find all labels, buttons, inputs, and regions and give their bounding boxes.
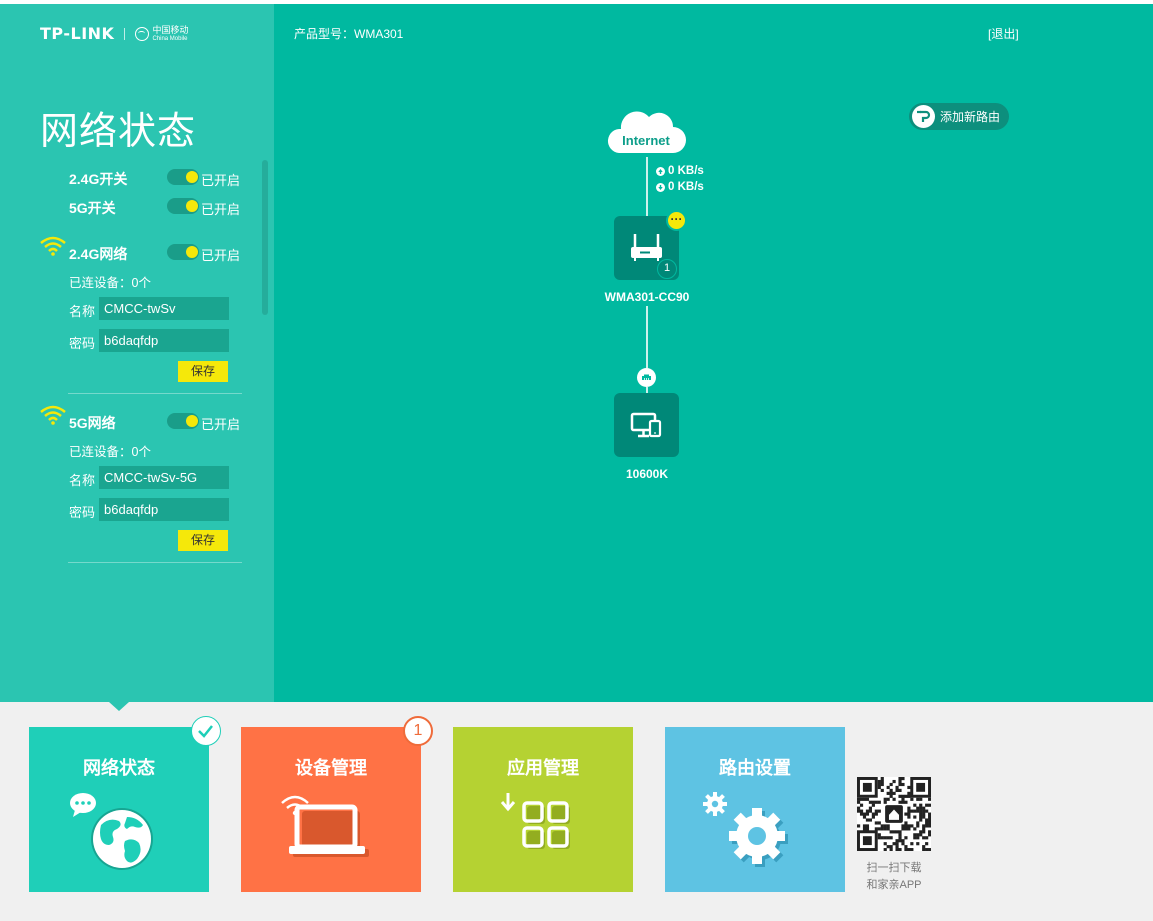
internet-cloud-icon: [607, 111, 686, 153]
partner-name-en: China Mobile: [152, 35, 188, 42]
settings-gears-icon: [703, 792, 788, 867]
internet-label: Internet: [622, 133, 670, 148]
upload-arrow-icon: [656, 166, 665, 176]
upload-speed-value: 0 KB/s: [668, 165, 704, 177]
china-mobile-icon: [135, 26, 150, 41]
qr-code-image: [857, 777, 932, 852]
upload-speed: 0 KB/s: [656, 165, 704, 177]
switch-5g-status: 已开启: [201, 202, 241, 217]
qr-caption-line2: 和家亲APP: [866, 879, 922, 891]
switch-24g-label: 2.4G开关: [69, 171, 128, 187]
toggle-knob: [186, 171, 198, 183]
download-speed-value: 0 KB/s: [668, 181, 704, 193]
tile-device-management-label: 设备管理: [295, 758, 367, 778]
product-model: 产品型号：WMA301: [294, 27, 404, 41]
tile-router-settings-label: 路由设置: [719, 758, 791, 778]
device-alert-badge: 1: [403, 716, 433, 746]
add-router-button[interactable]: 添加新路由: [909, 103, 1009, 130]
network-5g-name-label: 名称: [69, 473, 96, 488]
switch-24g-toggle[interactable]: [167, 169, 199, 185]
toggle-knob: [186, 246, 198, 258]
device-name: 10600K: [625, 467, 669, 481]
download-arrow-icon: [656, 182, 665, 192]
active-tile-pointer: [109, 702, 129, 711]
network-5g-save-button[interactable]: 保存: [178, 530, 228, 551]
network-5g-status: 已开启: [201, 417, 241, 432]
tile-selected-check-icon: [191, 716, 221, 746]
switch-24g-status: 已开启: [201, 173, 241, 188]
connection-line: [646, 306, 648, 368]
router-more-button[interactable]: ···: [666, 210, 687, 231]
add-router-label: 添加新路由: [940, 110, 1001, 124]
tp-link-logo: TP-LINK: [40, 24, 115, 43]
apps-download-icon: [500, 793, 570, 849]
network-24g-status: 已开启: [201, 248, 241, 263]
switch-5g-toggle[interactable]: [167, 198, 199, 214]
toggle-knob: [186, 415, 198, 427]
tile-network-status[interactable]: 网络状态: [29, 727, 209, 892]
logo-separator: [124, 27, 126, 40]
download-speed: 0 KB/s: [656, 181, 704, 193]
wifi-icon: [40, 236, 66, 256]
network-24g-toggle[interactable]: [167, 244, 199, 260]
network-24g-password-field[interactable]: b6daqfdp: [99, 329, 229, 352]
network-5g-name-field[interactable]: CMCC-twSv-5G: [99, 466, 229, 489]
network-5g-connected: 已连设备：0个: [69, 445, 151, 459]
network-5g-password-label: 密码: [69, 505, 96, 520]
page-title: 网络状态: [40, 111, 197, 153]
connection-line: [646, 157, 648, 216]
china-mobile-logo: 中国移动 China Mobile: [135, 24, 189, 42]
sidebar-scrollbar[interactable]: [262, 160, 268, 315]
network-24g-save-button[interactable]: 保存: [178, 361, 228, 382]
router-name: WMA301-CC90: [604, 290, 690, 304]
section-divider: [68, 393, 242, 394]
globe-chat-icon: [70, 793, 153, 870]
network-5g-toggle[interactable]: [167, 413, 199, 429]
qr-caption-line1: 扫一扫下载: [866, 862, 922, 874]
wifi-laptop-icon: [281, 795, 369, 857]
device-node[interactable]: [614, 393, 679, 457]
network-24g-name-label: 名称: [69, 304, 96, 319]
wifi-icon: [40, 405, 66, 425]
switch-5g-label: 5G开关: [69, 200, 116, 216]
tile-app-management[interactable]: 应用管理: [453, 727, 633, 892]
router-client-count: 1: [657, 259, 677, 279]
partner-name-cn: 中国移动: [152, 24, 189, 35]
logout-link[interactable]: [退出]: [988, 25, 1019, 42]
qr-caption: 扫一扫下载 和家亲APP: [850, 860, 938, 894]
network-24g-connected: 已连设备：0个: [69, 276, 151, 290]
tile-router-settings[interactable]: 路由设置: [665, 727, 845, 892]
section-divider: [68, 562, 242, 563]
brand-logo: TP-LINK 中国移动 China Mobile: [40, 24, 188, 43]
tile-network-status-label: 网络状态: [83, 758, 155, 778]
tile-device-management[interactable]: 设备管理: [241, 727, 421, 892]
network-24g-name-field[interactable]: CMCC-twSv: [99, 297, 229, 320]
tile-app-management-label: 应用管理: [507, 758, 579, 778]
network-5g-label: 5G网络: [69, 415, 116, 431]
network-24g-password-label: 密码: [69, 336, 96, 351]
qr-code: [857, 777, 932, 852]
network-5g-password-field[interactable]: b6daqfdp: [99, 498, 229, 521]
network-24g-label: 2.4G网络: [69, 246, 128, 262]
toggle-knob: [186, 200, 198, 212]
ethernet-port-icon: [637, 368, 656, 387]
computer-phone-icon: [630, 412, 662, 438]
tp-app-icon: [912, 105, 935, 128]
